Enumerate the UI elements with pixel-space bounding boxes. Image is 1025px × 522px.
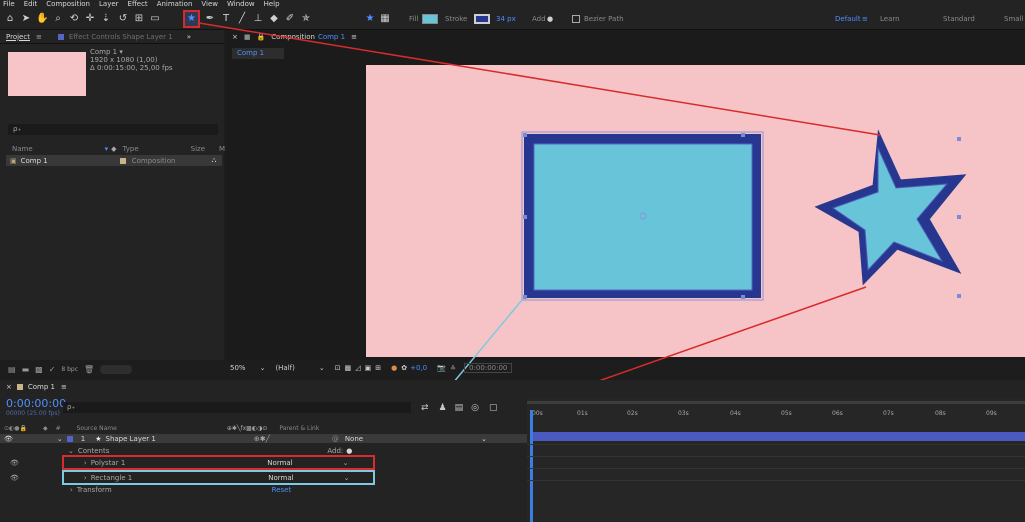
- tick-04s: 04s: [730, 410, 741, 417]
- blend-dropdown-icon[interactable]: ⌄: [343, 459, 349, 467]
- add-label: Add:: [327, 446, 344, 455]
- color-management-icon[interactable]: ●: [391, 364, 397, 372]
- comp-flow-icon[interactable]: ⇄: [421, 403, 429, 413]
- region-icon[interactable]: ⊡: [335, 364, 341, 372]
- tick-07s: 07s: [883, 410, 894, 417]
- snapshot-icon[interactable]: 📷: [437, 364, 446, 372]
- parent-value[interactable]: None: [345, 435, 363, 443]
- annotation-line-star-tool: [198, 22, 881, 136]
- chevron-right-icon[interactable]: ›: [84, 459, 87, 467]
- pickwhip-icon[interactable]: @: [332, 435, 339, 443]
- current-timecode[interactable]: 0:00:00:00: [6, 398, 66, 409]
- exposure-value[interactable]: +0,0: [410, 364, 427, 372]
- visibility-icon[interactable]: 👁: [4, 435, 13, 443]
- frame-blend-icon[interactable]: ▤: [455, 403, 464, 413]
- transform-row[interactable]: › Transform Reset: [0, 485, 527, 494]
- exposure-icon[interactable]: ✿: [401, 364, 407, 372]
- show-snapshot-icon[interactable]: ♣: [450, 364, 456, 372]
- comp-color-swatch: [16, 383, 23, 390]
- label-icon: ◆: [42, 425, 48, 432]
- blend-dropdown-icon[interactable]: ⌄: [344, 474, 350, 482]
- time-ruler[interactable]: 00s 01s 02s 03s 04s 05s 06s 07s 08s 09s: [532, 409, 1025, 418]
- resolution-value[interactable]: (Half): [275, 364, 294, 372]
- layer-name[interactable]: Shape Layer 1: [106, 435, 156, 443]
- tick-08s: 08s: [935, 410, 946, 417]
- layer-row-shape-layer-1[interactable]: 👁 ⌄ 1 ★ Shape Layer 1 ⊕✱╱ @ None ⌄: [0, 434, 527, 443]
- viewer-bottom-bar: 50% ⌄ (Half) ⌄ ⊡ ▩ ◿ ▣ ⊞ ● ✿ +0,0 📷 ♣ 0:…: [230, 362, 513, 374]
- rectangle-blend-mode[interactable]: Normal: [268, 474, 293, 482]
- viewer-timecode[interactable]: 0:00:00:00: [464, 363, 513, 373]
- tick-03s: 03s: [678, 410, 689, 417]
- layer-switches-icons[interactable]: ⊕✱╱: [254, 435, 270, 443]
- transform-label: Transform: [76, 485, 112, 494]
- col-source-name[interactable]: Source Name: [77, 425, 117, 432]
- frame-readout: 00000 (25.00 fps): [6, 410, 60, 417]
- contents-row[interactable]: ⌄ Contents Add: ●: [0, 446, 527, 455]
- track-divider: [527, 480, 1025, 481]
- tick-01s: 01s: [577, 410, 588, 417]
- layer-number-header: #: [55, 425, 61, 432]
- rectangle-row[interactable]: 👁 › Rectangle 1 Normal ⌄: [0, 473, 527, 482]
- col-parent-link[interactable]: Parent & Link: [279, 425, 319, 432]
- motion-blur-icon[interactable]: ◎: [471, 403, 479, 413]
- polystar-handles: [957, 137, 961, 298]
- layer-label-swatch[interactable]: [66, 435, 73, 442]
- shy-icon[interactable]: ♟: [439, 403, 447, 413]
- track-divider: [527, 444, 1025, 445]
- work-area-bar[interactable]: [527, 401, 1025, 404]
- timeline-switches: ⇄ ♟ ▤ ◎ ▢: [421, 402, 498, 413]
- visibility-icon[interactable]: 👁: [10, 459, 19, 467]
- polystar-blend-mode[interactable]: Normal: [267, 459, 292, 467]
- expand-icon[interactable]: ⌄: [68, 447, 74, 455]
- add-circle-icon[interactable]: ●: [346, 447, 352, 455]
- current-time-indicator[interactable]: [530, 410, 533, 522]
- search-icon: ρ₊: [67, 403, 76, 411]
- reset-link[interactable]: Reset: [272, 486, 292, 494]
- channel-icon[interactable]: ⊞: [375, 364, 381, 372]
- tick-05s: 05s: [781, 410, 792, 417]
- zoom-dropdown-icon[interactable]: ⌄: [260, 364, 266, 372]
- contents-label: Contents: [77, 446, 110, 455]
- tick-00s: 00s: [532, 410, 543, 417]
- tick-02s: 02s: [627, 410, 638, 417]
- timeline-search-input[interactable]: ρ₊: [63, 402, 411, 413]
- layer-duration-bar[interactable]: [531, 432, 1025, 441]
- timeline-tab[interactable]: Comp 1: [28, 383, 55, 391]
- timeline-menu-icon[interactable]: ≡: [61, 383, 67, 391]
- expand-icon[interactable]: ⌄: [57, 435, 63, 443]
- resolution-dropdown-icon[interactable]: ⌄: [319, 364, 325, 372]
- polystar-row[interactable]: 👁 › Polystar 1 Normal ⌄: [0, 458, 527, 467]
- visibility-icon[interactable]: 👁: [10, 474, 19, 482]
- tick-09s: 09s: [986, 410, 997, 417]
- rectangle-label[interactable]: Rectangle 1: [91, 474, 133, 482]
- shape-layer-icon: ★: [95, 434, 102, 443]
- tick-06s: 06s: [832, 410, 843, 417]
- transparency-grid-icon[interactable]: ▩: [345, 364, 352, 372]
- chevron-right-icon[interactable]: ›: [84, 474, 87, 482]
- track-divider: [527, 468, 1025, 469]
- chevron-right-icon[interactable]: ›: [70, 486, 73, 494]
- zoom-value[interactable]: 50%: [230, 364, 246, 372]
- polystar-label[interactable]: Polystar 1: [91, 459, 126, 467]
- guides-icon[interactable]: ▣: [365, 364, 372, 372]
- timeline-columns-header: ⊙◐●🔒 ◆ # Source Name ⊕✱╲fx▩◐◑⊙ Parent & …: [0, 424, 527, 433]
- graph-editor-icon[interactable]: ▢: [489, 403, 498, 413]
- layer-number: 1: [80, 434, 86, 443]
- parent-dropdown-icon[interactable]: ⌄: [481, 435, 487, 443]
- mask-icon[interactable]: ◿: [355, 364, 360, 372]
- rectangle-shape: [533, 143, 753, 291]
- track-divider: [527, 456, 1025, 457]
- switches-icons: ⊕✱╲fx▩◐◑⊙: [226, 425, 268, 432]
- close-icon[interactable]: ×: [6, 383, 12, 391]
- timeline-tab-bar: × Comp 1 ≡: [6, 381, 67, 392]
- av-switches-icons: ⊙◐●🔒: [4, 425, 27, 432]
